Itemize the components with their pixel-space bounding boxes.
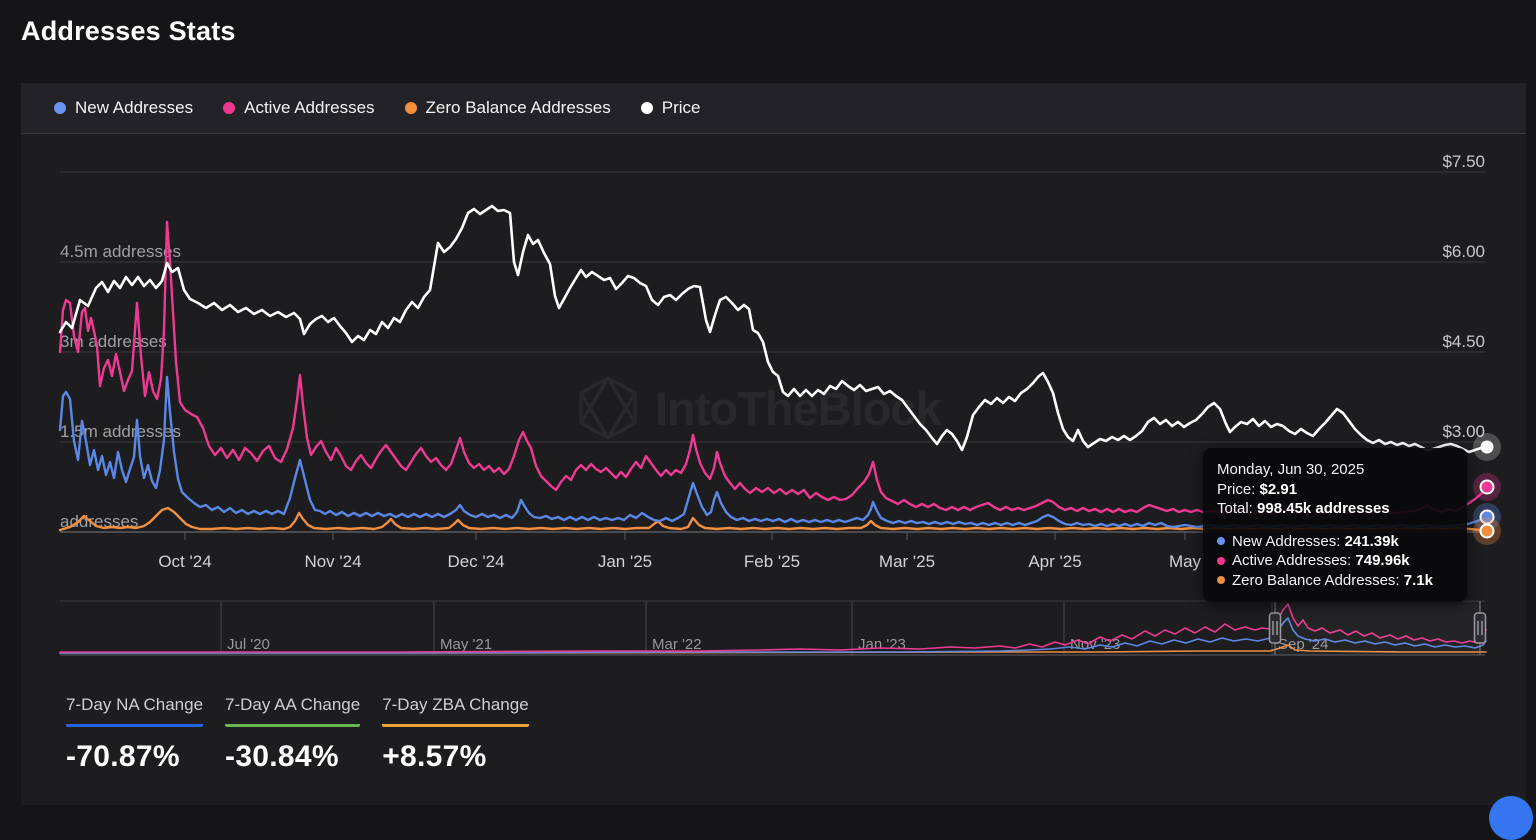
navigator-axis-label: Jul '20 bbox=[227, 636, 270, 653]
addresses-axis-label: 1.5m addresses bbox=[60, 422, 181, 441]
addresses-axis-label: 4.5m addresses bbox=[60, 242, 181, 261]
chart-tooltip: Monday, Jun 30, 2025 Price: $2.91 Total:… bbox=[1203, 448, 1467, 602]
zero-balance-addresses-marker-dot bbox=[1481, 525, 1494, 538]
series-price bbox=[60, 206, 1487, 452]
legend-label: New Addresses bbox=[75, 98, 193, 118]
brush-handle-left[interactable] bbox=[1270, 613, 1281, 643]
legend-item-new-addresses[interactable]: New Addresses bbox=[54, 98, 193, 118]
stat-label-aa[interactable]: 7-Day AA Change bbox=[225, 695, 360, 727]
navigator-selection[interactable] bbox=[1275, 601, 1480, 655]
active-addresses-dot-icon bbox=[223, 102, 235, 114]
new-addresses-dot-icon bbox=[54, 102, 66, 114]
tooltip-row-active-addresses: Active Addresses: 749.96k bbox=[1217, 551, 1453, 571]
x-axis-label: Jan '25 bbox=[598, 552, 652, 571]
legend-label: Zero Balance Addresses bbox=[426, 98, 611, 118]
active-addresses-dot-icon bbox=[1217, 557, 1225, 565]
legend-label: Price bbox=[662, 98, 701, 118]
navigator-axis-label: Jan '23 bbox=[858, 636, 906, 653]
x-axis-label: Nov '24 bbox=[304, 552, 361, 571]
chat-fab-button[interactable] bbox=[1489, 796, 1533, 840]
tooltip-price-line: Price: $2.91 bbox=[1217, 480, 1453, 500]
legend-item-price[interactable]: Price bbox=[641, 98, 701, 118]
price-axis-label: $4.50 bbox=[1442, 332, 1485, 351]
stat-7day-aa-change: 7-Day AA Change -30.84% bbox=[225, 695, 360, 774]
x-axis-label: Apr '25 bbox=[1028, 552, 1081, 571]
x-axis-label: May bbox=[1169, 552, 1202, 571]
stat-7day-zba-change: 7-Day ZBA Change +8.57% bbox=[382, 695, 528, 774]
change-stats-row: 7-Day NA Change -70.87% 7-Day AA Change … bbox=[66, 695, 529, 774]
addresses-stats-panel: New Addresses Active Addresses Zero Bala… bbox=[21, 83, 1526, 805]
stat-value-zba: +8.57% bbox=[382, 740, 528, 774]
price-axis-label: $7.50 bbox=[1442, 152, 1485, 171]
legend-item-active-addresses[interactable]: Active Addresses bbox=[223, 98, 374, 118]
zero-balance-dot-icon bbox=[1217, 576, 1225, 584]
zero-balance-dot-icon bbox=[405, 102, 417, 114]
stat-label-zba[interactable]: 7-Day ZBA Change bbox=[382, 695, 528, 727]
x-axis-label: Dec '24 bbox=[447, 552, 504, 571]
page-title: Addresses Stats bbox=[21, 16, 236, 47]
stat-7day-na-change: 7-Day NA Change -70.87% bbox=[66, 695, 203, 774]
x-axis-label: Feb '25 bbox=[744, 552, 800, 571]
stat-label-na[interactable]: 7-Day NA Change bbox=[66, 695, 203, 727]
navigator-axis-label: Nov '23 bbox=[1070, 636, 1120, 653]
active-addresses-marker-dot bbox=[1481, 481, 1494, 494]
navigator-axis-label: May '21 bbox=[440, 636, 492, 653]
tooltip-date: Monday, Jun 30, 2025 bbox=[1217, 460, 1453, 480]
stat-value-aa: -30.84% bbox=[225, 740, 360, 774]
tooltip-row-zero-balance: Zero Balance Addresses: 7.1k bbox=[1217, 571, 1453, 591]
price-axis-label: $6.00 bbox=[1442, 242, 1485, 261]
new-addresses-dot-icon bbox=[1217, 537, 1225, 545]
x-axis-label: Mar '25 bbox=[879, 552, 935, 571]
legend-label: Active Addresses bbox=[244, 98, 374, 118]
price-marker-dot bbox=[1481, 441, 1494, 454]
legend-item-zero-balance-addresses[interactable]: Zero Balance Addresses bbox=[405, 98, 611, 118]
chart-legend: New Addresses Active Addresses Zero Bala… bbox=[21, 83, 1526, 134]
tooltip-total-line: Total: 998.45k addresses bbox=[1217, 499, 1453, 519]
brush-handle-right[interactable] bbox=[1475, 613, 1486, 643]
x-axis-label: Oct '24 bbox=[158, 552, 211, 571]
price-dot-icon bbox=[641, 102, 653, 114]
stat-value-na: -70.87% bbox=[66, 740, 203, 774]
tooltip-row-new-addresses: New Addresses: 241.39k bbox=[1217, 532, 1453, 552]
